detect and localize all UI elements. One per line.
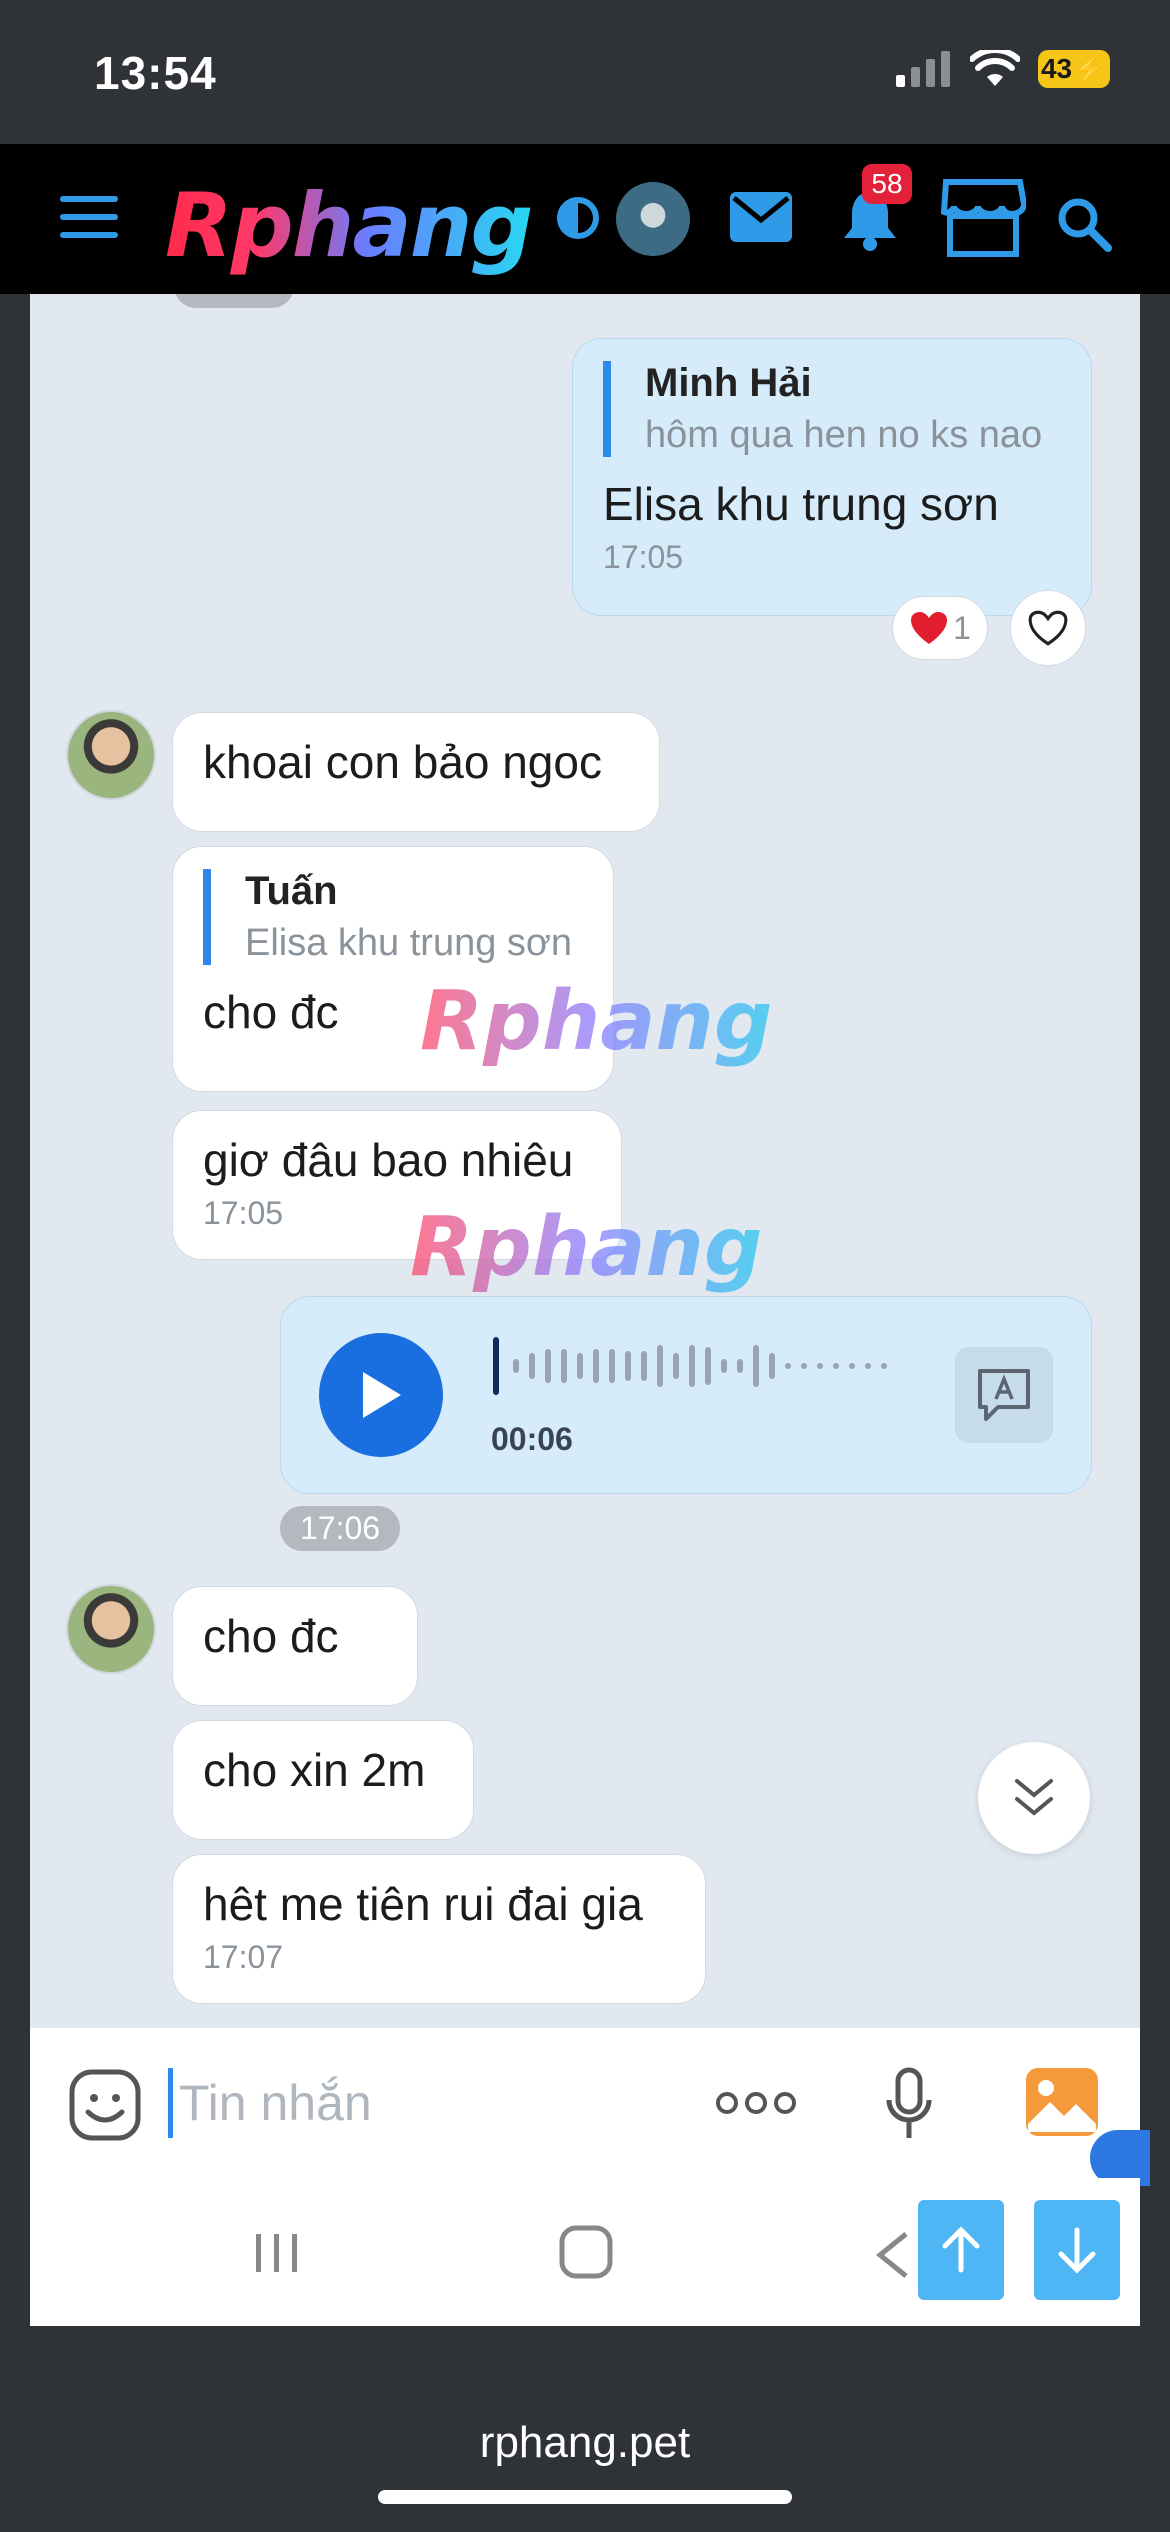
- message-bubble-incoming[interactable]: hêt me tiên rui đai gia 17:07: [172, 1854, 706, 2004]
- reaction-count[interactable]: 1: [892, 596, 988, 660]
- menu-icon[interactable]: [60, 196, 118, 242]
- scroll-to-bottom-button[interactable]: [978, 1742, 1090, 1854]
- chevron-double-down-icon: [1015, 1779, 1053, 1816]
- message-text: cho xin 2m: [203, 1744, 426, 1796]
- status-bar: 13:54 43 ⚡: [0, 0, 1170, 144]
- url-text[interactable]: rphang.pet: [0, 2418, 1170, 2468]
- browser-url-bar[interactable]: rphang.pet: [0, 2362, 1170, 2532]
- message-bubble-incoming[interactable]: cho xin 2m: [172, 1720, 474, 1840]
- reply-quote[interactable]: Tuấn Elisa khu trung sơn: [203, 869, 583, 965]
- signal-icon: [896, 51, 950, 87]
- message-composer: [30, 2028, 1150, 2186]
- message-time: 17:07: [203, 1939, 284, 1975]
- message-input[interactable]: [168, 2068, 688, 2138]
- app-header: Rphang: [0, 144, 1170, 294]
- watermark: Rphang: [420, 974, 773, 1069]
- voice-duration: 00:06: [491, 1421, 573, 1457]
- transcribe-icon: [978, 1369, 1030, 1421]
- play-button[interactable]: [319, 1333, 443, 1457]
- waveform[interactable]: [491, 1333, 911, 1399]
- scroll-up-button[interactable]: [918, 2200, 1004, 2300]
- store-icon[interactable]: [940, 178, 1026, 258]
- more-icon[interactable]: [714, 2090, 798, 2116]
- arrow-down-icon: [1058, 2227, 1096, 2274]
- heart-icon: [911, 612, 948, 644]
- play-icon: [363, 1372, 401, 1418]
- message-text: giơ đâu bao nhiêu: [203, 1134, 574, 1186]
- sender-avatar[interactable]: [66, 710, 156, 800]
- message-bubble-outgoing[interactable]: Minh Hải hôm qua hen no ks nao Elisa khu…: [572, 338, 1092, 616]
- transcribe-button[interactable]: [955, 1347, 1053, 1443]
- chat-thread[interactable]: Minh Hải hôm qua hen no ks nao Elisa khu…: [30, 294, 1140, 2028]
- status-icons: 43 ⚡: [896, 50, 1110, 88]
- wifi-icon: [970, 50, 1020, 86]
- react-button[interactable]: [1010, 590, 1086, 666]
- image-icon[interactable]: [1024, 2066, 1100, 2138]
- message-text: khoai con bảo ngoc: [203, 736, 602, 788]
- arrow-up-icon: [942, 2226, 980, 2273]
- message-bubble-incoming[interactable]: cho đc: [172, 1586, 418, 1706]
- site-logo[interactable]: Rphang: [165, 174, 533, 277]
- voice-message-bubble[interactable]: 00:06: [280, 1296, 1092, 1494]
- home-indicator[interactable]: [378, 2490, 792, 2504]
- message-time: 17:05: [603, 539, 684, 575]
- system-nav-bar: [30, 2178, 1140, 2326]
- message-text: Elisa khu trung sơn: [603, 478, 999, 530]
- sender-avatar[interactable]: [66, 1584, 156, 1674]
- theme-toggle-icon[interactable]: [556, 196, 600, 240]
- user-avatar[interactable]: [616, 182, 690, 256]
- quote-author: Minh Hải: [645, 361, 812, 405]
- search-icon[interactable]: [1054, 194, 1112, 252]
- reaction-number: 1: [953, 609, 971, 646]
- back-icon[interactable]: [872, 2230, 912, 2280]
- mail-icon[interactable]: [728, 190, 794, 244]
- quote-text: hôm qua hen no ks nao: [645, 414, 1043, 456]
- notification-badge: 58: [862, 164, 912, 204]
- message-text: hêt me tiên rui đai gia: [203, 1878, 643, 1930]
- quote-text: Elisa khu trung sơn: [245, 922, 572, 964]
- quote-author: Tuấn: [245, 869, 338, 913]
- heart-outline-icon: [1028, 610, 1068, 646]
- time-pill: [174, 294, 294, 308]
- home-icon[interactable]: [558, 2224, 614, 2280]
- status-time: 13:54: [94, 47, 217, 99]
- battery-level: 43: [1040, 53, 1073, 84]
- recent-apps-icon[interactable]: [252, 2228, 302, 2278]
- time-pill: 17:06: [280, 1506, 401, 1551]
- message-bubble-incoming[interactable]: khoai con bảo ngoc: [172, 712, 660, 832]
- microphone-icon[interactable]: [884, 2066, 934, 2142]
- emoji-icon[interactable]: [68, 2068, 142, 2142]
- battery-icon: 43 ⚡: [1038, 50, 1110, 88]
- watermark: Rphang: [410, 1200, 763, 1295]
- reply-quote[interactable]: Minh Hải hôm qua hen no ks nao: [603, 361, 1061, 457]
- scroll-down-button[interactable]: [1034, 2200, 1120, 2300]
- message-text: cho đc: [203, 1610, 339, 1662]
